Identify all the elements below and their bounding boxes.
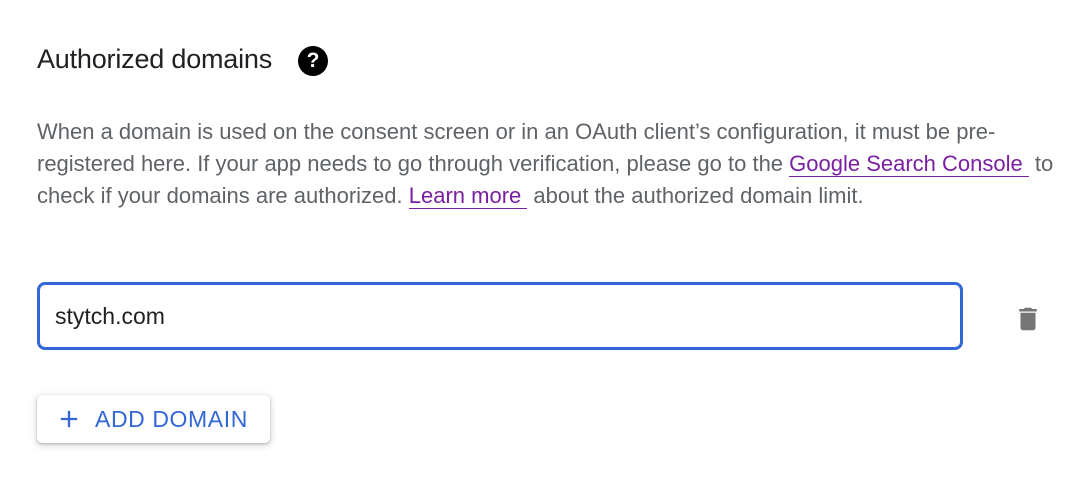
add-domain-button[interactable]: ADD DOMAIN [37, 395, 270, 443]
section-description: When a domain is used on the consent scr… [37, 116, 1067, 212]
domain-input[interactable] [37, 282, 963, 350]
authorized-domains-section: Authorized domains ? When a domain is us… [0, 0, 1082, 490]
description-text-3: about the authorized domain limit. [533, 183, 864, 208]
google-search-console-link[interactable]: Google Search Console [789, 151, 1029, 177]
add-domain-label: ADD DOMAIN [95, 405, 248, 432]
trash-icon[interactable] [1013, 304, 1043, 334]
plus-icon [60, 410, 78, 428]
section-title: Authorized domains [37, 43, 273, 74]
learn-more-link[interactable]: Learn more [408, 183, 528, 209]
help-circle-icon[interactable]: ? [298, 46, 329, 76]
section-header: Authorized domains ? [37, 42, 329, 76]
domain-row [37, 282, 1067, 352]
